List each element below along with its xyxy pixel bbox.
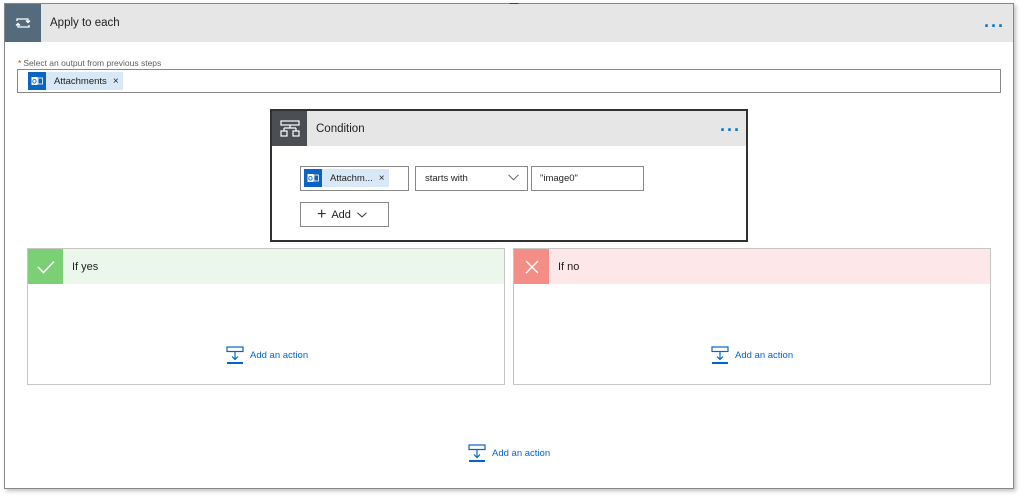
chevron-down-icon bbox=[357, 209, 367, 221]
loop-icon bbox=[5, 4, 41, 42]
if-no-branch: If no Add an action bbox=[513, 248, 991, 385]
add-action-icon bbox=[711, 346, 729, 364]
add-button-label: Add bbox=[331, 208, 351, 221]
condition-operand-field[interactable]: O Attachm... × bbox=[300, 166, 409, 191]
close-icon bbox=[514, 249, 549, 284]
loop-add-action-link[interactable]: Add an action bbox=[468, 444, 550, 463]
loop-more-options-button[interactable]: ··· bbox=[984, 17, 1005, 35]
outlook-icon: O bbox=[304, 169, 322, 187]
loop-header[interactable]: Apply to each bbox=[5, 4, 1013, 42]
condition-header[interactable]: Condition bbox=[272, 111, 746, 146]
svg-text:O: O bbox=[32, 80, 37, 86]
remove-operand-token-button[interactable]: × bbox=[379, 173, 389, 184]
loop-add-action-label: Add an action bbox=[492, 448, 551, 459]
condition-card: Condition ··· O Attachm... × starts with bbox=[270, 109, 748, 242]
svg-text:O: O bbox=[308, 177, 313, 183]
condition-more-options-button[interactable]: ··· bbox=[720, 121, 741, 139]
attachments-token-label: Attachments bbox=[54, 75, 107, 87]
if-yes-add-action-label: Add an action bbox=[250, 350, 309, 361]
loop-title: Apply to each bbox=[50, 17, 120, 29]
if-no-title: If no bbox=[558, 260, 580, 273]
if-no-header[interactable]: If no bbox=[514, 249, 990, 284]
add-action-icon bbox=[226, 346, 244, 364]
attachments-token[interactable]: O Attachments × bbox=[28, 72, 123, 90]
output-field-label-text: Select an output from previous steps bbox=[23, 58, 162, 68]
operator-selected-value: starts with bbox=[425, 173, 468, 184]
chevron-down-icon bbox=[508, 173, 519, 184]
if-yes-header[interactable]: If yes bbox=[28, 249, 504, 284]
if-yes-branch: If yes Add an action bbox=[27, 248, 505, 385]
condition-operator-dropdown[interactable]: starts with bbox=[415, 166, 528, 191]
if-yes-add-action-link[interactable]: Add an action bbox=[226, 346, 308, 365]
apply-to-each-card: Apply to each ··· * Select an output from… bbox=[4, 3, 1014, 489]
remove-token-button[interactable]: × bbox=[113, 76, 123, 87]
check-icon bbox=[28, 249, 63, 284]
add-action-icon bbox=[468, 444, 486, 462]
operand-token-label: Attachm... bbox=[330, 172, 373, 184]
required-marker: * bbox=[18, 58, 22, 68]
if-no-add-action-label: Add an action bbox=[735, 350, 794, 361]
attachments-operand-token[interactable]: O Attachm... × bbox=[304, 169, 389, 187]
add-condition-row-button[interactable]: + Add bbox=[300, 202, 389, 227]
if-yes-title: If yes bbox=[72, 260, 99, 273]
condition-title: Condition bbox=[316, 122, 365, 135]
condition-value-field[interactable]: "image0" bbox=[531, 166, 644, 191]
if-no-add-action-link[interactable]: Add an action bbox=[711, 346, 793, 365]
condition-value-text: "image0" bbox=[540, 173, 578, 184]
outlook-icon: O bbox=[28, 72, 46, 90]
condition-icon bbox=[272, 111, 307, 146]
output-field-label: * Select an output from previous steps bbox=[18, 58, 161, 68]
plus-icon: + bbox=[317, 205, 327, 223]
output-token-field[interactable]: O Attachments × bbox=[17, 69, 1001, 93]
